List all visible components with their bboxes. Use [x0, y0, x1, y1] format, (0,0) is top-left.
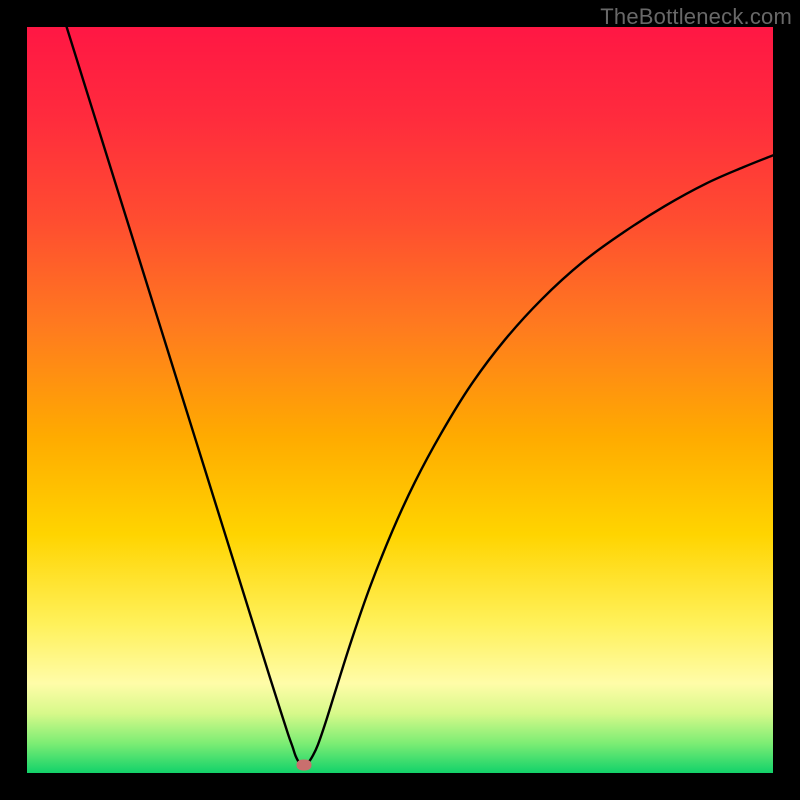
plot-area: [27, 27, 773, 773]
watermark-text: TheBottleneck.com: [600, 4, 792, 30]
optimum-marker: [296, 759, 311, 770]
bottleneck-curve: [27, 27, 773, 773]
chart-frame: [27, 27, 773, 773]
